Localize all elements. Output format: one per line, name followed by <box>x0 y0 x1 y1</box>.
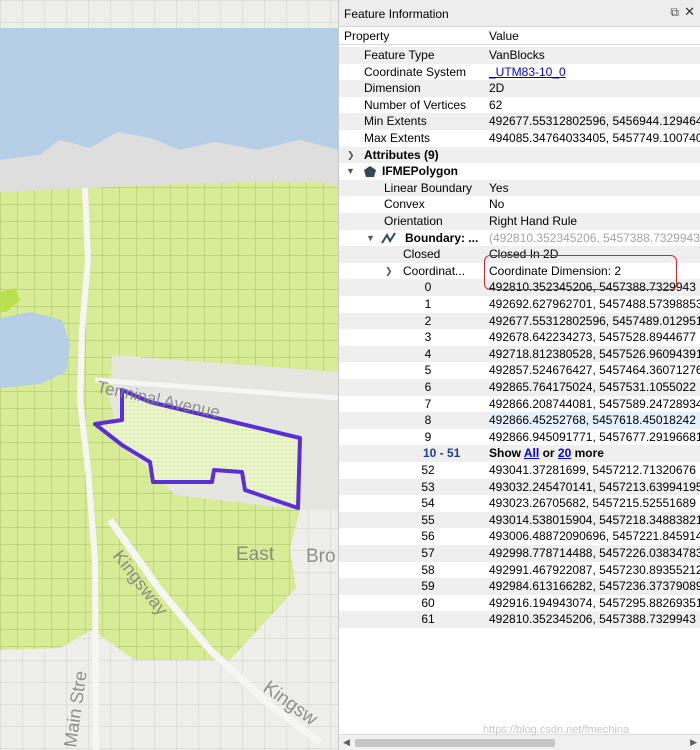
coordinate-row[interactable]: 61 492810.352345206, 5457388.7329943 <box>339 611 700 628</box>
chevron-down-icon[interactable]: ▼ <box>366 230 375 247</box>
show-20-link[interactable]: 20 <box>558 446 571 460</box>
coordinate-row[interactable]: 8 492866.45252768, 5457618.45018242 <box>339 412 700 429</box>
scroll-right-icon[interactable]: ▶ <box>690 737 697 748</box>
linestring-icon <box>381 232 396 244</box>
feature-property-table: Property Value Feature Type VanBlocks Co… <box>339 27 700 734</box>
highlight-annotation <box>484 255 677 290</box>
panel-titlebar: Feature Information ⧉ ✕ <box>339 0 700 27</box>
map-view[interactable]: Terminal Avenue East Bro Kingsway Kingsw… <box>0 0 338 750</box>
coordinate-row[interactable]: 9 492866.945091771, 5457677.29196681 <box>339 429 700 446</box>
property-column-header[interactable]: Property <box>344 28 389 45</box>
coordinate-row[interactable]: 5 492857.524676427, 5457464.36071276 <box>339 362 700 379</box>
coordinate-row[interactable]: 52 493041.37281699, 5457212.71320676 <box>339 462 700 479</box>
coordinate-system-link[interactable]: _UTM83-10_0 <box>487 64 700 81</box>
coordinate-row[interactable]: 55 493014.538015904, 5457218.34883821 <box>339 511 700 529</box>
feature-information-panel: Feature Information ⧉ ✕ Property Value F… <box>338 0 700 750</box>
show-more-controls: Show All or 20 more <box>489 446 604 461</box>
coordinate-row[interactable]: 56 493006.48872090696, 5457221.8459147 <box>339 528 700 545</box>
coordinate-row[interactable]: 53 493032.245470141, 5457213.63994195 <box>339 478 700 496</box>
coordinate-row[interactable]: 4 492718.812380528, 5457526.96094391 <box>339 345 700 363</box>
value-column-header[interactable]: Value <box>487 28 700 45</box>
pin-icon[interactable]: ⧉ <box>670 5 679 20</box>
table-header: Property Value <box>339 28 700 45</box>
coordinate-row[interactable]: 7 492866.208744081, 5457589.24728934 <box>339 396 700 413</box>
show-more-row: 10 - 51 Show All or 20 more <box>339 445 700 462</box>
coordinate-row[interactable]: 54 493023.26705682, 5457215.52551689 <box>339 495 700 512</box>
table-row[interactable]: Number of Vertices 62 <box>339 97 700 114</box>
panel-title: Feature Information <box>344 7 449 21</box>
table-row[interactable]: Coordinate System _UTM83-10_0 <box>339 64 700 81</box>
coordinate-row[interactable]: 58 492991.467922087, 5457230.89355212 <box>339 562 700 579</box>
close-icon[interactable]: ✕ <box>684 4 695 20</box>
show-all-link[interactable]: All <box>524 446 539 460</box>
collapsed-range-label: 10 - 51 <box>423 446 461 461</box>
horizontal-scrollbar[interactable]: ◀ ▶ <box>339 734 700 750</box>
scroll-left-icon[interactable]: ◀ <box>343 737 350 748</box>
chevron-right-icon[interactable]: ❯ <box>347 147 355 164</box>
coordinate-row[interactable]: 57 492998.778714488, 5457226.03834783 <box>339 545 700 562</box>
east-label: East <box>236 544 275 565</box>
coordinate-row[interactable]: 60 492916.194943074, 5457295.88269351 <box>339 595 700 612</box>
bro-label: Bro <box>306 546 336 567</box>
coordinate-row[interactable]: 3 492678.642234273, 5457528.8944677 <box>339 329 700 346</box>
chevron-down-icon[interactable]: ❯ <box>385 263 393 280</box>
harbour-water <box>0 28 338 160</box>
table-row[interactable]: Dimension 2D <box>339 80 700 97</box>
boundary-group-row[interactable]: ▼ Boundary: ... (492810.352345206, 54573… <box>339 230 700 247</box>
attributes-group-row[interactable]: ❯ Attributes (9) <box>339 146 700 164</box>
table-row[interactable]: Orientation Right Hand Rule <box>339 213 700 230</box>
table-row[interactable]: Max Extents 494085.34764033405, 5457749.… <box>339 130 700 147</box>
coordinate-row[interactable]: 6 492865.764175024, 5457531.1055022 <box>339 379 700 396</box>
chevron-down-icon[interactable]: ▼ <box>346 163 355 180</box>
coordinate-row[interactable]: 59 492984.613166282, 5457236.37379089 <box>339 578 700 595</box>
table-row[interactable]: Feature Type VanBlocks <box>339 47 700 64</box>
coordinate-row[interactable]: 1 492692.627962701, 5457488.57398853 <box>339 296 700 313</box>
map-canvas[interactable]: Terminal Avenue East Bro Kingsway Kingsw… <box>0 0 338 750</box>
polygon-icon <box>364 166 376 178</box>
scrollbar-thumb[interactable] <box>355 739 555 747</box>
coordinate-row[interactable]: 2 492677.55312802596, 5457489.0129517 <box>339 312 700 330</box>
table-row[interactable]: Min Extents 492677.55312802596, 5456944.… <box>339 113 700 130</box>
table-row[interactable]: Linear Boundary Yes <box>339 179 700 197</box>
table-row[interactable]: Convex No <box>339 196 700 213</box>
watermark: https://blog.csdn.net/fmechina <box>483 724 630 736</box>
polygon-group-row[interactable]: ▼ IFMEPolygon <box>339 163 700 180</box>
